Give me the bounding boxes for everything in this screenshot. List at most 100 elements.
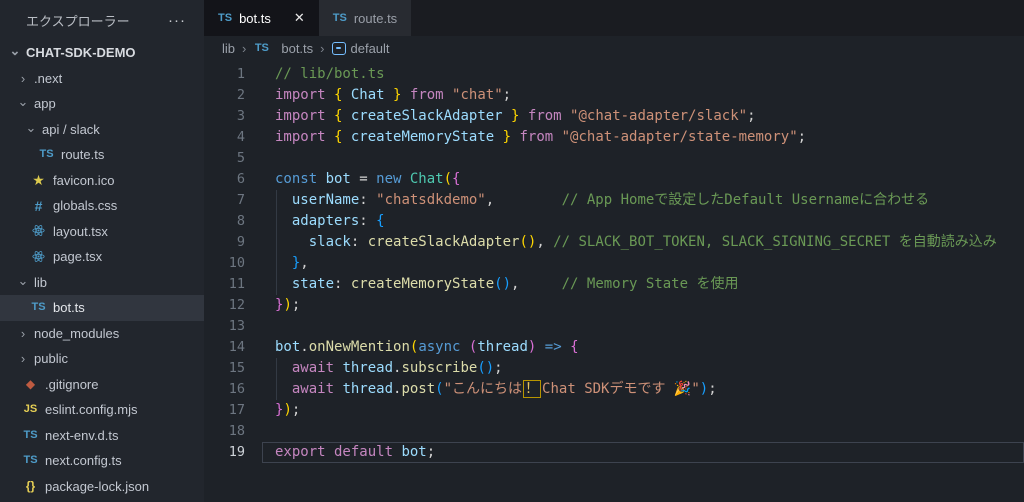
code-line-11[interactable]: 11 state: createMemoryState(), // Memory… bbox=[204, 274, 1024, 295]
tree-item-label: globals.css bbox=[53, 198, 117, 213]
line-number: 17 bbox=[204, 400, 245, 421]
chevron-right-icon: › bbox=[16, 352, 30, 365]
close-icon[interactable]: ✕ bbox=[294, 10, 305, 26]
tree-item-lib[interactable]: ⌄lib bbox=[0, 270, 204, 296]
tree-item-bot-ts[interactable]: TSbot.ts bbox=[0, 295, 204, 321]
line-number: 6 bbox=[204, 169, 245, 190]
line-number: 9 bbox=[204, 232, 245, 253]
tree-item-label: route.ts bbox=[61, 147, 104, 162]
tree-item-public[interactable]: ›public bbox=[0, 346, 204, 372]
tree-item-favicon-ico[interactable]: ★favicon.ico bbox=[0, 168, 204, 194]
tree-item--gitignore[interactable]: ◆.gitignore bbox=[0, 372, 204, 398]
tree-item-label: node_modules bbox=[34, 326, 119, 341]
tree-item-next-config-ts[interactable]: TSnext.config.ts bbox=[0, 448, 204, 474]
javascript-icon: JS bbox=[22, 404, 39, 415]
line-number: 18 bbox=[204, 421, 245, 442]
more-actions-icon[interactable]: ··· bbox=[168, 13, 186, 28]
code-line-9[interactable]: 9 slack: createSlackAdapter(), // SLACK_… bbox=[204, 232, 1024, 253]
line-number: 12 bbox=[204, 295, 245, 316]
typescript-icon: TS bbox=[38, 149, 55, 160]
code-line-8[interactable]: 8 adapters: { bbox=[204, 211, 1024, 232]
breadcrumb-segment-bot-ts[interactable]: TS bot.ts bbox=[253, 41, 313, 56]
tree-item-layout-tsx[interactable]: layout.tsx bbox=[0, 219, 204, 245]
tree-item-route-ts[interactable]: TS route.ts bbox=[0, 142, 204, 168]
chevron-down-icon: ⌄ bbox=[16, 274, 30, 287]
typescript-icon: TS bbox=[22, 430, 39, 441]
file-tree: ⌄CHAT-SDK-DEMO›.next⌄app⌄api / slackTSro… bbox=[0, 40, 204, 502]
code-line-7[interactable]: 7 userName: "chatsdkdemo", // App Homeで設… bbox=[204, 190, 1024, 211]
tree-item-label: favicon.ico bbox=[53, 173, 114, 188]
code-line-5[interactable]: 5 bbox=[204, 148, 1024, 169]
tree-item-node-modules[interactable]: › node_modules bbox=[0, 321, 204, 347]
breadcrumb: lib›TSbot.ts›default bbox=[204, 36, 1024, 60]
tree-item-label: CHAT-SDK-DEMO bbox=[26, 45, 136, 60]
tree-item-eslint-config-mjs[interactable]: JSeslint.config.mjs bbox=[0, 397, 204, 423]
code-line-4[interactable]: 4import { createMemoryState } from "@cha… bbox=[204, 127, 1024, 148]
code-line-2[interactable]: 2 import { Chat } from "chat"; bbox=[204, 85, 1024, 106]
code-line-content bbox=[262, 316, 1024, 337]
tree-item-api-slack[interactable]: ⌄api / slack bbox=[0, 117, 204, 143]
tree-item-next-env-d-ts[interactable]: TS next-env.d.ts bbox=[0, 423, 204, 449]
code-line-content: // lib/bot.ts bbox=[262, 64, 1024, 85]
react-icon bbox=[30, 250, 47, 264]
code-line-19[interactable]: 19export default bot; bbox=[204, 442, 1024, 463]
line-number: 14 bbox=[204, 337, 245, 358]
chevron-right-icon: › bbox=[16, 327, 30, 340]
code-line-content: bot.onNewMention(async (thread) => { bbox=[262, 337, 1024, 358]
breadcrumb-separator-icon: › bbox=[320, 41, 324, 56]
tree-item--next[interactable]: › .next bbox=[0, 66, 204, 92]
tree-item-page-tsx[interactable]: page.tsx bbox=[0, 244, 204, 270]
react-icon bbox=[30, 224, 47, 238]
tree-item-label: page.tsx bbox=[53, 249, 102, 264]
code-line-6[interactable]: 6 const bot = new Chat({ bbox=[204, 169, 1024, 190]
code-line-content: import { Chat } from "chat"; bbox=[262, 85, 1024, 106]
line-number: 15 bbox=[204, 358, 245, 379]
tree-item-app[interactable]: ⌄app bbox=[0, 91, 204, 117]
line-number: 16 bbox=[204, 379, 245, 400]
tree-item-label: package-lock.json bbox=[45, 479, 149, 494]
tree-item-package-lock-json[interactable]: {} package-lock.json bbox=[0, 474, 204, 500]
code-line-14[interactable]: 14 bot.onNewMention(async (thread) => { bbox=[204, 337, 1024, 358]
symbol-default-icon bbox=[332, 42, 346, 55]
git-icon: ◆ bbox=[22, 378, 39, 390]
tree-item-chat-sdk-demo[interactable]: ⌄ CHAT-SDK-DEMO bbox=[0, 40, 204, 66]
code-line-16[interactable]: 16 await thread.post("こんにちは！Chat SDKデモです… bbox=[204, 379, 1024, 400]
code-line-15[interactable]: 15 await thread.subscribe(); bbox=[204, 358, 1024, 379]
code-line-17[interactable]: 17}); bbox=[204, 400, 1024, 421]
typescript-icon: TS bbox=[253, 43, 270, 54]
breadcrumb-label: bot.ts bbox=[281, 41, 313, 56]
tree-item-label: .next bbox=[34, 71, 62, 86]
code-line-content: adapters: { bbox=[262, 211, 1024, 232]
code-line-18[interactable]: 18 bbox=[204, 421, 1024, 442]
tab-bar: TSbot.ts✕TSroute.ts bbox=[204, 0, 1024, 36]
code-line-content: export default bot; bbox=[262, 442, 1024, 463]
code-line-12[interactable]: 12}); bbox=[204, 295, 1024, 316]
breadcrumb-segment-default[interactable]: default bbox=[332, 41, 390, 56]
code-line-content bbox=[262, 421, 1024, 442]
tree-item-label: api / slack bbox=[42, 122, 100, 137]
tree-item-label: app bbox=[34, 96, 56, 111]
typescript-icon: TS bbox=[30, 302, 47, 313]
code-editor[interactable]: 1// lib/bot.ts2 import { Chat } from "cha… bbox=[204, 60, 1024, 502]
code-line-10[interactable]: 10 }, bbox=[204, 253, 1024, 274]
code-line-13[interactable]: 13 bbox=[204, 316, 1024, 337]
tree-item-label: next-env.d.ts bbox=[45, 428, 118, 443]
json-icon: {} bbox=[22, 480, 39, 492]
code-line-content: await thread.subscribe(); bbox=[262, 358, 1024, 379]
typescript-icon: TS bbox=[333, 13, 347, 24]
tab-bot-ts[interactable]: TSbot.ts✕ bbox=[204, 0, 319, 36]
line-number: 11 bbox=[204, 274, 245, 295]
code-line-1[interactable]: 1// lib/bot.ts bbox=[204, 64, 1024, 85]
code-line-content: slack: createSlackAdapter(), // SLACK_BO… bbox=[262, 232, 1024, 253]
line-number: 2 bbox=[204, 85, 245, 106]
code-line-content: const bot = new Chat({ bbox=[262, 169, 1024, 190]
line-number: 8 bbox=[204, 211, 245, 232]
typescript-icon: TS bbox=[218, 13, 232, 24]
tab-route-ts[interactable]: TSroute.ts bbox=[319, 0, 411, 36]
line-number: 7 bbox=[204, 190, 245, 211]
chevron-down-icon: ⌄ bbox=[8, 44, 22, 57]
tree-item-globals-css[interactable]: #globals.css bbox=[0, 193, 204, 219]
code-line-3[interactable]: 3import { createSlackAdapter } from "@ch… bbox=[204, 106, 1024, 127]
breadcrumb-segment-lib[interactable]: lib bbox=[222, 41, 235, 56]
chevron-right-icon: › bbox=[16, 72, 30, 85]
